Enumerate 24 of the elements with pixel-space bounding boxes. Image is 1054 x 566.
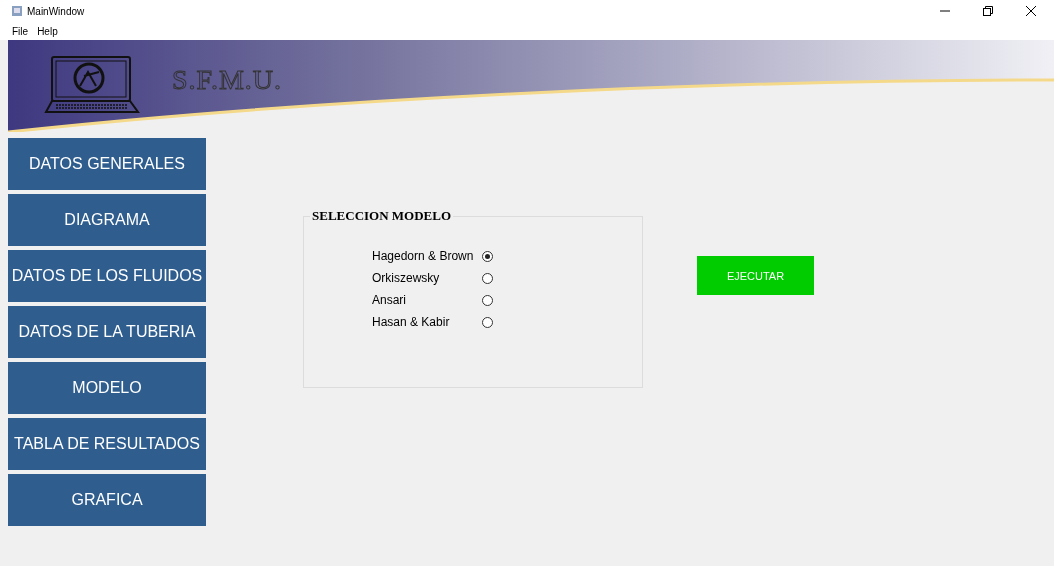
close-icon[interactable] [1026,6,1036,16]
sidebar-item[interactable]: DATOS DE LA TUBERIA [8,306,206,358]
radio-button[interactable] [482,294,493,306]
laptop-icon [44,54,140,114]
option-label: Hasan & Kabir [372,315,451,329]
radio-button[interactable] [482,250,493,262]
option-label: Ansari [372,293,407,307]
menu-item[interactable]: File [12,25,29,37]
option-label: Hagedorn & Brown [372,249,475,263]
option-label: Orkiszewsky [372,271,441,285]
app-icon [12,6,22,16]
sidebar-item[interactable]: GRAFICA [8,474,206,526]
menu-item[interactable]: Help [37,25,58,37]
restore-icon[interactable] [983,6,993,16]
sidebar-item[interactable]: MODELO [8,362,206,414]
sidebar-item[interactable]: DATOS GENERALES [8,138,206,190]
radio-button[interactable] [482,272,493,284]
banner-title: S.F.M.U. [172,64,283,96]
window-title: MainWindow [27,5,85,17]
sidebar-item[interactable]: TABLA DE RESULTADOS [8,418,206,470]
group-title: SELECCION MODELO [311,208,453,224]
sidebar-item[interactable]: DIAGRAMA [8,194,206,246]
radio-button[interactable] [482,316,493,328]
sidebar-item[interactable]: DATOS DE LOS FLUIDOS [8,250,206,302]
